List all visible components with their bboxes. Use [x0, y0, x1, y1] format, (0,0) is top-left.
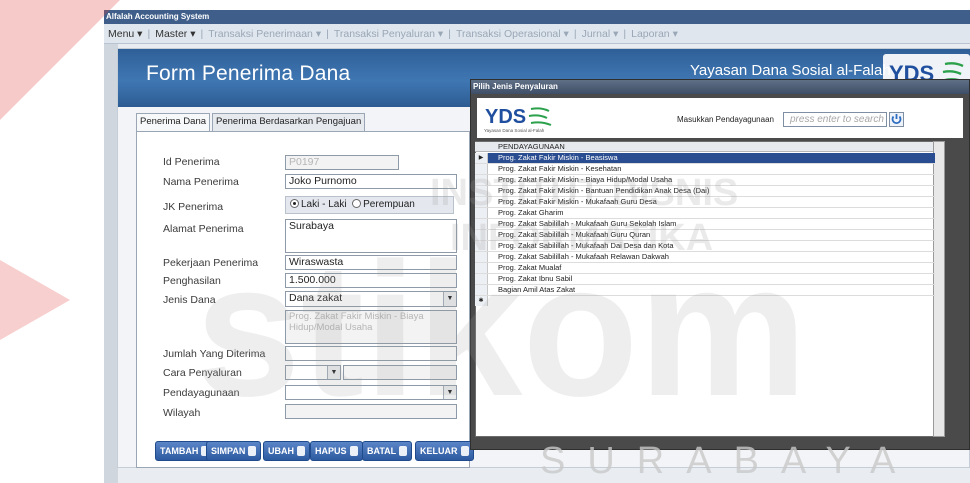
grid-row[interactable]: Prog. Zakat Fakir Miskin - Biaya Hidup/M…	[475, 175, 935, 186]
grid-row[interactable]: Prog. Zakat Sabilillah - Mukafaah Dai De…	[475, 241, 935, 252]
main-menu-bar: Menu ▾ | Master ▾ | Transaksi Penerimaan ▾…	[104, 24, 970, 44]
edit-icon	[297, 446, 305, 456]
chevron-down-icon[interactable]: ▼	[443, 292, 456, 306]
label-pendayagunaan: Pendayagunaan	[163, 387, 240, 399]
label-jenis-dana: Jenis Dana	[163, 294, 216, 306]
exit-icon	[460, 446, 469, 456]
grid-row[interactable]: Prog. Zakat Ibnu Sabil	[475, 274, 935, 285]
label-id-penerima: Id Penerima	[163, 156, 220, 168]
hapus-button[interactable]: HAPUS	[310, 441, 363, 461]
grid-row[interactable]: Prog. Zakat Mualaf	[475, 263, 935, 274]
dialog-logo-caption: Yayasan Dana Sosial al-Falah	[484, 128, 545, 133]
form-tab-strip: Penerima Dana Penerima Berdasarkan Penga…	[136, 113, 367, 131]
jk-radio-group: Laki - Laki Perempuan	[285, 196, 454, 214]
grid-row[interactable]: Prog. Zakat Sabilillah - Mukafaah Guru S…	[475, 219, 935, 230]
chevron-down-icon[interactable]: ▼	[327, 366, 340, 379]
grid-row[interactable]: ▶ Prog. Zakat Fakir Miskin - Beasiswa	[475, 153, 935, 164]
save-icon	[248, 446, 257, 456]
refresh-icon[interactable]	[889, 112, 904, 127]
workspace-edge	[104, 44, 118, 483]
pendayagunaan-select[interactable]: ▼	[285, 385, 457, 400]
radio-laki-laki[interactable]: Laki - Laki	[290, 199, 347, 210]
menu-item-menu[interactable]: Menu ▾	[104, 28, 146, 40]
tab-penerima-dana[interactable]: Penerima Dana	[136, 113, 211, 131]
label-jumlah-diterima: Jumlah Yang Diterima	[163, 348, 266, 360]
menu-item-jurnal[interactable]: Jurnal ▾	[578, 28, 623, 40]
label-nama-penerima: Nama Penerima	[163, 176, 239, 188]
menu-item-transaksi-penerimaan[interactable]: Transaksi Penerimaan ▾	[204, 28, 325, 40]
penghasilan-field[interactable]: 1.500.000	[285, 273, 457, 288]
new-row-icon: ✱	[475, 296, 488, 306]
search-label: Masukkan Pendayagunaan	[677, 115, 774, 124]
dialog-title: Pilih Jenis Penyaluran	[471, 80, 969, 94]
label-pekerjaan-penerima: Pekerjaan Penerima	[163, 257, 259, 269]
cancel-icon	[399, 446, 408, 456]
wilayah-field[interactable]	[285, 404, 457, 419]
ubah-button[interactable]: UBAH	[263, 441, 310, 461]
grid-row[interactable]: Prog. Zakat Sabilillah - Mukafaah Relawa…	[475, 252, 935, 263]
svg-text:YDS: YDS	[485, 106, 526, 128]
keluar-button[interactable]: KELUAR	[415, 441, 474, 461]
watermark-surabaya: SURABAYA	[540, 440, 918, 482]
menu-item-master[interactable]: Master ▾	[151, 28, 199, 40]
grid-new-row[interactable]: ✱	[475, 296, 935, 307]
cara-penyaluran-detail	[343, 365, 457, 380]
batal-button[interactable]: BATAL	[362, 441, 413, 461]
label-jk-penerima: JK Penerima	[163, 201, 224, 213]
grid-row[interactable]: Prog. Zakat Fakir Miskin - Kesehatan	[475, 164, 935, 175]
pekerjaan-penerima-field[interactable]: Wiraswasta	[285, 255, 457, 270]
simpan-button[interactable]: SIMPAN	[206, 441, 262, 461]
label-cara-penyaluran: Cara Penyaluran	[163, 367, 242, 379]
form-title: Form Penerima Dana	[146, 62, 351, 85]
column-header-pendayagunaan[interactable]: PENDAYAGUNAAN	[498, 142, 565, 152]
radio-dot-icon	[352, 199, 362, 208]
alamat-penerima-field[interactable]: Surabaya	[285, 219, 457, 253]
cara-penyaluran-select[interactable]: ▼	[285, 365, 341, 380]
menu-item-transaksi-operasional[interactable]: Transaksi Operasional ▾	[452, 28, 573, 40]
grid-row[interactable]: Bagian Amil Atas Zakat	[475, 285, 935, 296]
radio-dot-icon	[290, 199, 299, 208]
radio-perempuan[interactable]: Perempuan	[352, 199, 415, 210]
grid-row[interactable]: Prog. Zakat Fakir Miskin - Bantuan Pendi…	[475, 186, 935, 197]
label-penghasilan: Penghasilan	[163, 275, 221, 287]
search-input[interactable]: press enter to search	[783, 112, 887, 127]
grid-row[interactable]: Prog. Zakat Gharim	[475, 208, 935, 219]
tab-penerima-berdasarkan-pengajuan[interactable]: Penerima Berdasarkan Pengajuan	[212, 113, 366, 131]
app-title: Alfalah Accounting System	[106, 12, 210, 21]
label-alamat-penerima: Alamat Penerima	[163, 223, 244, 235]
menu-item-laporan[interactable]: Laporan ▾	[627, 28, 682, 40]
organization-name: Yayasan Dana Sosial al-Falah	[690, 62, 891, 79]
id-penerima-field[interactable]: P0197	[285, 155, 399, 170]
chevron-down-icon[interactable]: ▼	[443, 386, 456, 399]
menu-item-transaksi-penyaluran[interactable]: Transaksi Penyaluran ▾	[330, 28, 447, 40]
row-pointer-icon: ▶	[475, 153, 488, 163]
grid-row[interactable]: Prog. Zakat Fakir Miskin - Mukafaah Guru…	[475, 197, 935, 208]
grid-header: PENDAYAGUNAAN	[475, 142, 933, 152]
app-title-bar: Alfalah Accounting System	[104, 10, 970, 24]
jenis-dana-select[interactable]: Dana zakat ▼	[285, 291, 457, 307]
label-wilayah: Wilayah	[163, 407, 201, 419]
jenis-dana-detail: Prog. Zakat Fakir Miskin - Biaya Hidup/M…	[285, 310, 457, 344]
jumlah-diterima-field[interactable]	[285, 346, 457, 361]
delete-icon	[349, 446, 358, 456]
nama-penerima-field[interactable]: Joko Purnomo	[285, 174, 457, 189]
grid-row[interactable]: Prog. Zakat Sabilillah - Mukafaah Guru Q…	[475, 230, 935, 241]
